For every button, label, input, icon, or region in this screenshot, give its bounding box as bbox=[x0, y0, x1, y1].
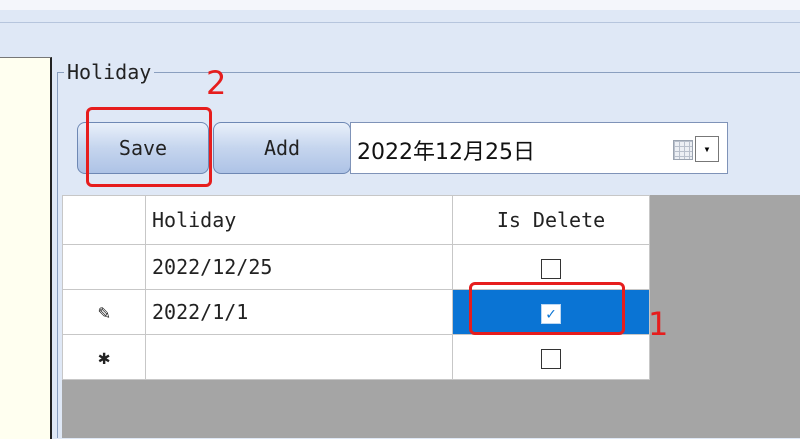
annotation-number-1: 1 bbox=[648, 305, 669, 343]
column-header-holiday[interactable]: Holiday bbox=[145, 195, 453, 245]
grid-header-row: Holiday Is Delete bbox=[62, 195, 650, 245]
column-header-is-delete[interactable]: Is Delete bbox=[452, 195, 650, 245]
window-top-strip bbox=[0, 0, 800, 10]
calendar-icon bbox=[673, 140, 693, 160]
date-value[interactable]: 2022年12月25日 bbox=[357, 134, 535, 166]
add-button[interactable]: Add bbox=[213, 122, 351, 174]
holiday-date-cell[interactable] bbox=[145, 334, 453, 380]
chevron-down-icon[interactable]: ▾ bbox=[695, 136, 719, 162]
is-delete-checkbox[interactable] bbox=[541, 258, 561, 279]
holiday-date-cell[interactable]: 2022/12/25 bbox=[145, 244, 453, 290]
top-divider bbox=[0, 22, 800, 23]
is-delete-cell[interactable] bbox=[452, 334, 650, 380]
is-delete-checkbox[interactable]: ✓ bbox=[541, 303, 561, 324]
annotation-number-2: 2 bbox=[206, 64, 227, 102]
table-row[interactable]: 2022/12/25 bbox=[62, 244, 650, 290]
save-button[interactable]: Save bbox=[77, 122, 209, 174]
holiday-grid[interactable]: Holiday Is Delete 2022/12/25 ✎ 2022/1/1 … bbox=[62, 195, 800, 438]
group-box-border-top bbox=[57, 72, 800, 73]
row-header[interactable] bbox=[62, 244, 146, 290]
is-delete-cell-selected[interactable]: ✓ bbox=[452, 289, 650, 335]
row-header-new[interactable]: ✱ bbox=[62, 334, 146, 380]
holiday-date-picker[interactable]: 2022年12月25日 ▾ bbox=[350, 122, 728, 174]
row-header-editing[interactable]: ✎ bbox=[62, 289, 146, 335]
group-box-title: Holiday bbox=[64, 60, 155, 84]
table-row-new[interactable]: ✱ bbox=[62, 334, 650, 380]
grid-corner-cell bbox=[62, 195, 146, 245]
table-row[interactable]: ✎ 2022/1/1 ✓ bbox=[62, 289, 650, 335]
is-delete-checkbox[interactable] bbox=[541, 348, 561, 369]
holiday-table: Holiday Is Delete 2022/12/25 ✎ 2022/1/1 … bbox=[62, 195, 650, 380]
group-box-border-left bbox=[57, 72, 58, 438]
holiday-date-cell[interactable]: 2022/1/1 bbox=[145, 289, 453, 335]
left-side-panel bbox=[0, 57, 52, 439]
is-delete-cell[interactable] bbox=[452, 244, 650, 290]
